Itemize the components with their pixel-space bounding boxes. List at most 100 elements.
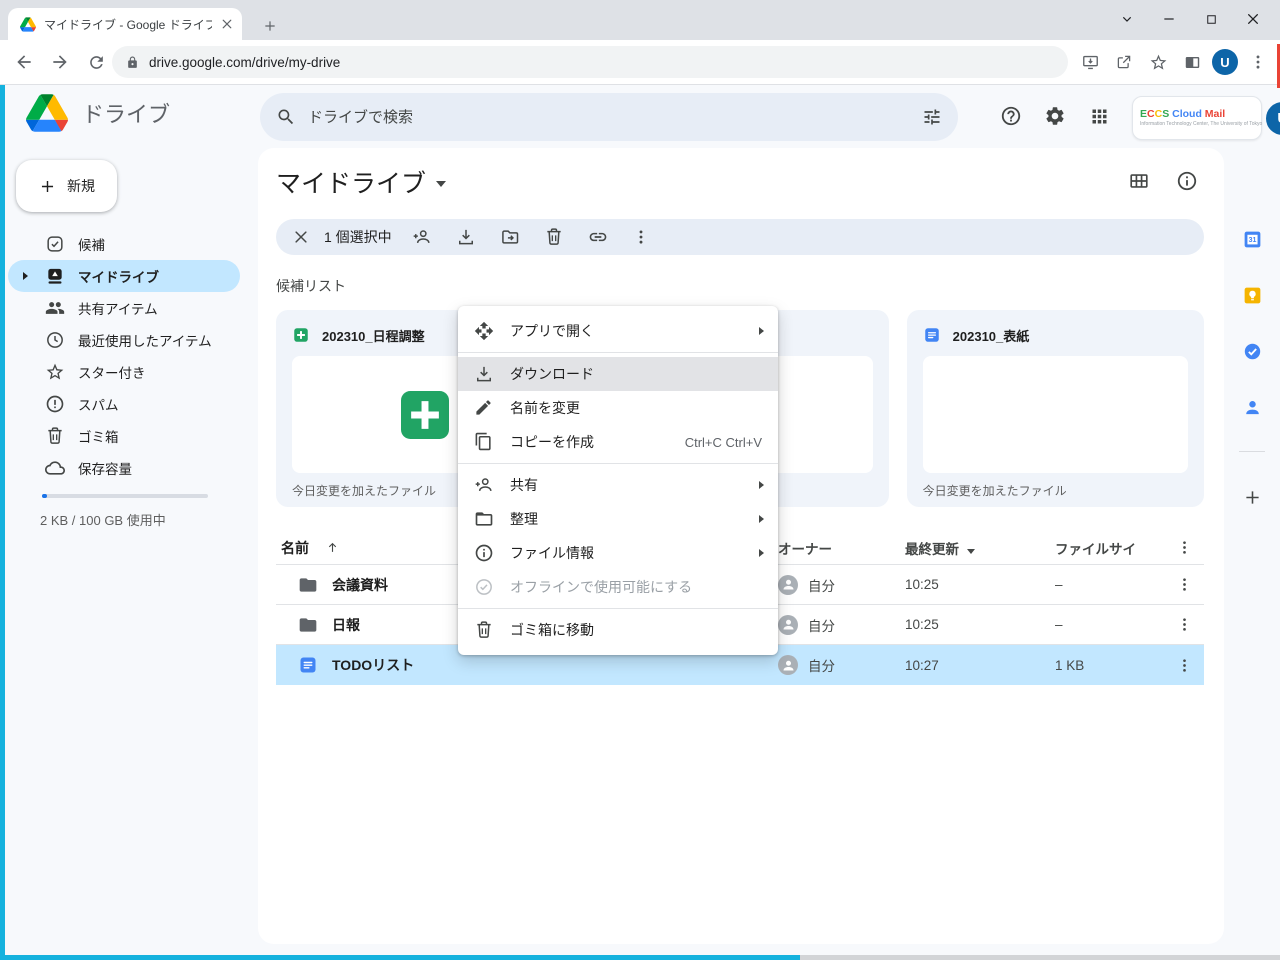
column-header-modified[interactable]: 最終更新: [905, 538, 1055, 558]
add-panel-app-icon[interactable]: [1232, 477, 1272, 517]
suggestions-title: 候補リスト: [276, 276, 346, 296]
google-apps-icon[interactable]: [1081, 98, 1117, 134]
docs-file-icon: [923, 326, 941, 344]
download-icon: [474, 364, 494, 384]
menu-item-make-copy[interactable]: コピーを作成Ctrl+C Ctrl+V: [458, 425, 778, 459]
window-edge-accent-bottom: [0, 955, 800, 960]
menu-item-organize[interactable]: 整理: [458, 502, 778, 536]
trash-icon: [474, 620, 494, 640]
browser-profile-avatar[interactable]: U: [1212, 49, 1238, 75]
settings-gear-icon[interactable]: [1037, 98, 1073, 134]
owner-avatar-icon: [778, 575, 798, 595]
address-bar[interactable]: drive.google.com/drive/my-drive: [112, 46, 1068, 78]
page-title[interactable]: マイドライブ: [276, 164, 446, 200]
menu-item-file-info[interactable]: ファイル情報: [458, 536, 778, 570]
submenu-arrow-icon: [759, 515, 764, 523]
forward-button[interactable]: [46, 48, 74, 76]
account-avatar[interactable]: U: [1266, 102, 1280, 135]
window-restore-down-icon[interactable]: [1106, 4, 1148, 34]
tasks-icon[interactable]: [1232, 331, 1272, 371]
check-square-icon: [45, 234, 65, 254]
sidebar-item-suggested[interactable]: 候補: [8, 228, 240, 260]
sidebar-item-storage[interactable]: 保存容量: [8, 452, 240, 484]
rail-divider: [1239, 451, 1265, 452]
contacts-icon[interactable]: [1232, 387, 1272, 427]
share-button[interactable]: [412, 227, 432, 247]
selection-toolbar: 1 個選択中: [276, 219, 1204, 255]
calendar-icon[interactable]: 31: [1232, 219, 1272, 259]
submenu-arrow-icon: [759, 549, 764, 557]
modified-time: 10:25: [905, 577, 1055, 592]
keep-icon[interactable]: [1232, 275, 1272, 315]
column-settings-icon[interactable]: [1165, 539, 1204, 556]
menu-divider: [458, 463, 778, 464]
search-icon[interactable]: [276, 107, 296, 127]
browser-tab-strip: マイドライブ - Google ドライブ: [0, 0, 1280, 40]
install-app-icon[interactable]: [1076, 48, 1104, 76]
title-dropdown-icon[interactable]: [436, 181, 446, 187]
delete-button[interactable]: [544, 227, 564, 247]
menu-item-share[interactable]: 共有: [458, 468, 778, 502]
menu-item-move-to-trash[interactable]: ゴミ箱に移動: [458, 613, 778, 647]
reload-button[interactable]: [82, 48, 110, 76]
sidebar-item-my-drive[interactable]: マイドライブ: [8, 260, 240, 292]
browser-menu-icon[interactable]: [1244, 48, 1272, 76]
sidebar-item-trash[interactable]: ゴミ箱: [8, 420, 240, 452]
grid-view-icon[interactable]: [1128, 170, 1150, 192]
menu-divider: [458, 608, 778, 609]
bookmark-star-icon[interactable]: [1144, 48, 1172, 76]
search-filter-icon[interactable]: [922, 107, 942, 127]
details-info-icon[interactable]: [1176, 170, 1198, 192]
account-badge-title: ECCS Cloud Mail: [1140, 109, 1262, 120]
star-icon: [45, 362, 65, 382]
sidebar-item-spam[interactable]: スパム: [8, 388, 240, 420]
modified-time: 10:27: [905, 658, 1055, 673]
download-button[interactable]: [456, 227, 476, 247]
tab-close-icon[interactable]: [220, 17, 234, 31]
rename-pencil-icon: [474, 398, 494, 418]
row-more-actions-icon[interactable]: [1165, 576, 1204, 593]
move-to-folder-button[interactable]: [500, 227, 520, 247]
back-button[interactable]: [10, 48, 38, 76]
menu-item-rename[interactable]: 名前を変更: [458, 391, 778, 425]
shortcut-label: Ctrl+C Ctrl+V: [685, 435, 762, 450]
column-header-owner[interactable]: オーナー: [778, 538, 905, 558]
side-panel-rail: 31: [1224, 148, 1280, 960]
share-page-icon[interactable]: [1110, 48, 1138, 76]
storage-progress-bar: [42, 494, 208, 498]
search-input[interactable]: [308, 109, 910, 126]
help-icon[interactable]: [993, 98, 1029, 134]
window-close-button[interactable]: [1232, 4, 1274, 34]
column-header-size[interactable]: ファイルサイ: [1055, 538, 1165, 558]
offline-pin-icon: [474, 577, 494, 597]
window-maximize-button[interactable]: [1190, 4, 1232, 34]
expand-arrow-icon[interactable]: [23, 272, 28, 280]
menu-item-download[interactable]: ダウンロード: [458, 357, 778, 391]
browser-tab[interactable]: マイドライブ - Google ドライブ: [8, 8, 242, 40]
share-person-add-icon: [474, 475, 494, 495]
app-name: ドライブ: [82, 97, 170, 129]
new-tab-button[interactable]: [258, 14, 282, 38]
more-actions-icon[interactable]: [632, 228, 650, 246]
suggestion-card-cover[interactable]: 202310_表紙 今日変更を加えたファイル: [907, 310, 1204, 507]
sidebar-item-starred[interactable]: スター付き: [8, 356, 240, 388]
submenu-arrow-icon: [759, 327, 764, 335]
row-more-actions-icon[interactable]: [1165, 616, 1204, 633]
svg-text:31: 31: [1248, 237, 1256, 244]
sidebar-item-shared[interactable]: 共有アイテム: [8, 292, 240, 324]
drive-logo-icon[interactable]: [26, 94, 68, 132]
menu-divider: [458, 352, 778, 353]
copy-link-button[interactable]: [588, 227, 608, 247]
row-more-actions-icon[interactable]: [1165, 657, 1204, 674]
new-button[interactable]: 新規: [16, 160, 117, 212]
window-minimize-button[interactable]: [1148, 4, 1190, 34]
sort-ascending-icon: [325, 540, 340, 555]
menu-item-open-with[interactable]: アプリで開く: [458, 314, 778, 348]
search-bar[interactable]: [260, 93, 958, 141]
account-badge[interactable]: ECCS Cloud Mail Information Technology C…: [1132, 96, 1262, 140]
side-panel-icon[interactable]: [1178, 48, 1206, 76]
clear-selection-icon[interactable]: [292, 228, 310, 246]
docs-file-icon: [298, 655, 318, 675]
trash-icon: [45, 426, 65, 446]
sidebar-item-recent[interactable]: 最近使用したアイテム: [8, 324, 240, 356]
